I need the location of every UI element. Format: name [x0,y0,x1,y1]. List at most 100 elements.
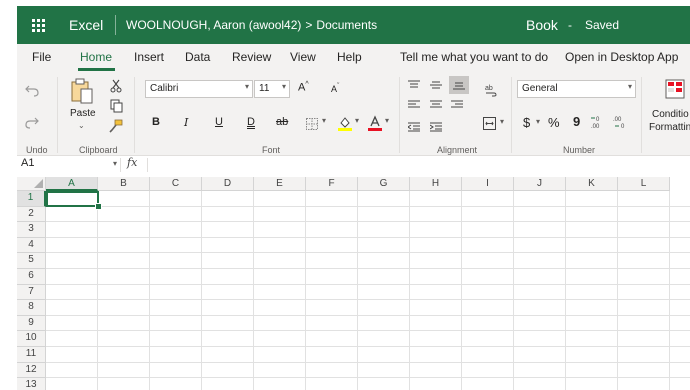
decrease-indent-icon[interactable] [407,121,421,133]
tab-view[interactable]: View [290,50,316,64]
borders-dropdown-icon[interactable]: ▾ [322,116,326,125]
insert-function-button[interactable]: fx [127,156,137,169]
double-underline-button[interactable]: D [247,116,255,128]
tab-review[interactable]: Review [232,50,271,64]
column-header-e[interactable]: E [254,177,306,191]
comma-style-button[interactable]: 9 [573,114,580,129]
fill-handle[interactable] [95,203,102,210]
align-middle-icon[interactable] [429,79,443,91]
redo-icon[interactable] [24,114,40,130]
row-header-7[interactable]: 7 [17,284,46,301]
column-header-a[interactable]: A [46,177,98,191]
shrink-font-button[interactable]: Aˇ [331,83,339,94]
wrap-text-icon[interactable]: ab [484,82,498,98]
row-header-10[interactable]: 10 [17,331,46,347]
formula-input[interactable] [149,157,689,173]
align-bottom-icon[interactable] [449,76,469,94]
column-header-h[interactable]: H [410,177,462,191]
align-right-icon[interactable] [450,99,464,111]
paste-button[interactable]: Paste [70,108,96,119]
percent-button[interactable]: % [548,115,560,130]
name-box[interactable]: A1 ▾ [21,157,119,173]
align-center-icon[interactable] [429,99,443,111]
column-header-g[interactable]: G [358,177,410,191]
fill-color-icon[interactable] [337,115,353,131]
row-header-2[interactable]: 2 [17,206,46,223]
fill-color-dropdown-icon[interactable]: ▾ [355,116,359,125]
breadcrumb: WOOLNOUGH, Aaron (awool42) > Documents [126,18,377,32]
tell-me-search[interactable]: Tell me what you want to do [400,50,548,64]
borders-icon[interactable] [305,117,319,131]
currency-button[interactable]: $ [523,115,530,130]
breadcrumb-folder[interactable]: Documents [316,18,377,32]
paste-icon[interactable] [69,78,95,104]
svg-text:0: 0 [621,124,625,129]
paste-dropdown-icon[interactable]: ⌄ [78,121,85,130]
row-header-3[interactable]: 3 [17,222,46,238]
column-header-l[interactable]: L [618,177,670,191]
font-size-value: 11 [259,83,270,94]
bold-button[interactable]: B [152,116,160,128]
waffle-icon [31,18,45,32]
column-header-b[interactable]: B [98,177,150,191]
tab-home[interactable]: Home [80,50,112,64]
merge-center-icon[interactable] [482,116,496,130]
increase-indent-icon[interactable] [429,121,443,133]
tab-file[interactable]: File [32,50,51,64]
undo-icon[interactable] [24,82,40,98]
font-color-dropdown-icon[interactable]: ▾ [385,116,389,125]
row-header-13[interactable]: 13 [17,378,46,390]
row-header-1[interactable]: 1 [17,191,46,207]
row-header-9[interactable]: 9 [17,315,46,332]
font-name-select[interactable]: Calibri ▾ [145,80,253,98]
app-name[interactable]: Excel [69,17,103,33]
cut-icon[interactable] [109,79,123,93]
conditional-formatting-icon[interactable] [665,79,685,99]
increase-decimal-icon[interactable]: 0.00 [591,115,607,129]
svg-text:ab: ab [485,85,493,92]
tab-help[interactable]: Help [337,50,362,64]
format-painter-icon[interactable] [109,119,123,133]
row-header-5[interactable]: 5 [17,253,46,269]
currency-dropdown-icon[interactable]: ▾ [536,117,540,126]
copy-icon[interactable] [109,99,123,113]
worksheet-grid[interactable]: A B C D E F G H I J K L 1 2 3 4 5 6 7 8 9 10 11 12 13 [17,175,690,390]
italic-button[interactable]: I [184,116,188,129]
row-header-8[interactable]: 8 [17,300,46,316]
breadcrumb-user[interactable]: WOOLNOUGH, Aaron (awool42) [126,18,301,32]
title-separator [115,15,116,35]
tab-insert[interactable]: Insert [134,50,164,64]
tab-data[interactable]: Data [185,50,210,64]
row-header-6[interactable]: 6 [17,269,46,285]
document-title[interactable]: Book [526,17,558,33]
row-header-4[interactable]: 4 [17,237,46,254]
merge-dropdown-icon[interactable]: ▾ [500,117,504,126]
row-header-12[interactable]: 12 [17,362,46,379]
column-header-d[interactable]: D [202,177,254,191]
grow-font-button[interactable]: A^ [298,81,309,94]
gridline-horizontal [46,346,690,347]
column-header-f[interactable]: F [306,177,358,191]
row-header-11[interactable]: 11 [17,347,46,363]
align-top-icon[interactable] [407,79,421,91]
font-size-select[interactable]: 11 ▾ [254,80,290,98]
column-header-c[interactable]: C [150,177,202,191]
decrease-decimal-icon[interactable]: .00 0 [613,115,629,129]
conditional-formatting-button[interactable]: Conditio [652,109,689,120]
font-color-icon[interactable] [367,115,383,131]
column-header-k[interactable]: K [566,177,618,191]
select-all-corner[interactable] [17,177,46,191]
selected-cell[interactable] [46,191,99,207]
align-left-icon[interactable] [407,99,421,111]
save-status: Saved [585,18,620,32]
formula-bar: A1 ▾ fx [17,156,690,176]
app-launcher-button[interactable] [23,12,53,38]
open-in-desktop-app[interactable]: Open in Desktop App [565,50,678,64]
column-header-j[interactable]: J [514,177,566,191]
gridline-horizontal [46,330,690,332]
gridline-horizontal [46,299,690,301]
strikethrough-button[interactable]: ab [276,116,288,128]
number-format-select[interactable]: General ▾ [517,80,636,98]
column-header-i[interactable]: I [462,177,514,191]
underline-button[interactable]: U [215,116,223,128]
